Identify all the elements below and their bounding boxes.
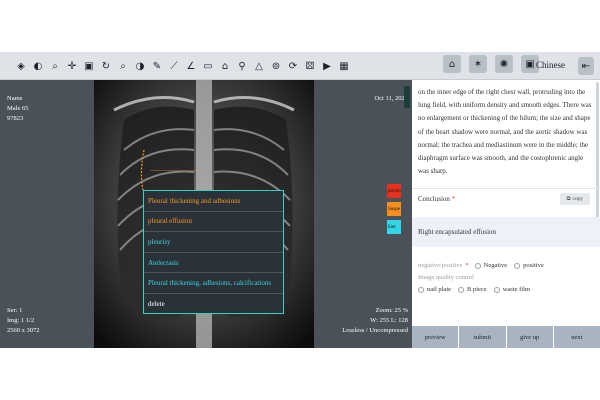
menu-item-1[interactable]: pleural effusion: [144, 212, 283, 233]
radio-button[interactable]: [474, 262, 481, 269]
study-info: Oct 11, 2021: [374, 94, 408, 104]
conclusion-label-text: Conclusion: [418, 195, 450, 203]
polarity-label: negative/positive: [418, 262, 463, 269]
annotation-tag-1[interactable]: Suspe: [387, 202, 401, 216]
findings-text[interactable]: on the inner edge of the right chest wal…: [418, 86, 594, 178]
image-number: Img: 1 1/2: [7, 317, 35, 324]
grid-icon[interactable]: ▦: [337, 56, 351, 76]
brightness-icon[interactable]: ✶: [469, 55, 487, 73]
right-tool-group: ⌂ ✶ ✺ ▣: [443, 55, 539, 73]
conclusion-label: Conclusion *: [418, 195, 455, 203]
bank-icon[interactable]: ⌂: [218, 56, 232, 76]
play-icon[interactable]: ▶: [320, 56, 334, 76]
patient-info: Name Male 65 97823: [7, 94, 28, 124]
quality-options: nail plate B piece waste film: [418, 286, 534, 293]
image-viewport[interactable]: Name Male 65 97823 Oct 11, 2021 ————————…: [0, 80, 412, 348]
study-date: Oct 11, 2021: [374, 95, 408, 102]
settings-icon[interactable]: ✺: [495, 55, 513, 73]
triangle-icon[interactable]: △: [252, 56, 266, 76]
menu-item-5[interactable]: delete: [144, 294, 283, 315]
radio-button[interactable]: [458, 286, 465, 293]
radio-button[interactable]: [493, 286, 500, 293]
dice-icon[interactable]: ⚄: [303, 56, 317, 76]
series-scroll-indicator[interactable]: [404, 86, 410, 108]
radio-label: Negative: [483, 262, 508, 269]
copy-icon: ⧉: [566, 195, 571, 202]
required-mark: *: [451, 195, 456, 203]
patient-id: 97823: [7, 115, 24, 122]
annotate-icon[interactable]: ⟋: [167, 56, 181, 76]
magnify-icon[interactable]: ⌕: [48, 56, 62, 76]
zoom-icon[interactable]: ⌕: [116, 56, 130, 76]
menu-item-0[interactable]: Pleural thickening and adhesions: [144, 191, 283, 212]
menu-item-4[interactable]: Pleural thickening, adhesions, calcifica…: [144, 273, 283, 294]
image-dimensions: 2560 x 3072: [7, 327, 40, 334]
annotation-tags: previo Suspe hint: [387, 184, 401, 234]
pan-icon[interactable]: ✛: [65, 56, 79, 76]
patient-name: Name: [7, 95, 23, 102]
report-scrollbar[interactable]: [596, 82, 599, 232]
reset-icon[interactable]: ⟳: [286, 56, 300, 76]
zoom-level: Zoom: 25 %: [375, 307, 409, 314]
ruler-icon[interactable]: ✎: [150, 56, 164, 76]
series-info: Ser: 1 Img: 1 1/2 2560 x 3072: [7, 306, 40, 336]
conclusion-field[interactable]: Right encapsulated effusion: [412, 217, 600, 247]
home-icon[interactable]: ⌂: [443, 55, 461, 73]
required-mark: *: [465, 262, 469, 269]
polarity-row: negative/positive * Negative positive: [418, 262, 548, 269]
lasso-icon[interactable]: ⊚: [269, 56, 283, 76]
pin-icon[interactable]: ⚲: [235, 56, 249, 76]
radio-button[interactable]: [418, 286, 424, 293]
copy-label: copy: [572, 196, 584, 202]
menu-item-3[interactable]: Atelectasis: [144, 253, 283, 274]
conclusion-text: Right encapsulated effusion: [418, 228, 497, 236]
diagnosis-context-menu: Pleural thickening and adhesions pleural …: [143, 190, 284, 314]
crop-icon[interactable]: ▣: [82, 56, 96, 76]
radio-label: nail plate: [427, 286, 452, 293]
tool-group: ◈ ◐ ⌕ ✛ ▣ ↻ ⌕ ◑ ✎ ⟋ ∠ ▭ ⌂ ⚲ △ ⊚ ⟳ ⚄ ▶ ▦: [14, 56, 351, 76]
quality-label-row: Image quality control: [418, 274, 474, 281]
action-bar: preview submit give up next: [412, 326, 600, 348]
compression-status: Lossless / Uncompressed: [342, 327, 408, 334]
patient-sex-age: Male 65: [7, 105, 29, 112]
quality-label: Image quality control: [418, 274, 474, 281]
preview-button[interactable]: preview: [412, 326, 460, 348]
layers-icon[interactable]: ◈: [14, 56, 28, 76]
angle-icon[interactable]: ∠: [184, 56, 198, 76]
window-level: W: 255 L: 128: [370, 317, 408, 324]
menu-item-2[interactable]: pleurisy: [144, 232, 283, 253]
scan-icon[interactable]: ▭: [201, 56, 215, 76]
rotate-icon[interactable]: ↻: [99, 56, 113, 76]
next-button[interactable]: next: [553, 326, 600, 348]
submit-button[interactable]: submit: [459, 326, 507, 348]
radio-label: B piece: [467, 286, 487, 293]
report-panel: on the inner edge of the right chest wal…: [412, 80, 600, 348]
radio-label: positive: [523, 262, 544, 269]
annotation-tag-2[interactable]: hint: [387, 220, 401, 234]
invert-icon[interactable]: ◑: [133, 56, 147, 76]
svg-text:————————: ————————: [149, 168, 199, 174]
divider: [412, 188, 600, 189]
exit-icon[interactable]: ⇤: [578, 57, 594, 75]
language-switch[interactable]: Chinese: [536, 60, 565, 70]
dicom-viewer-app: ◈ ◐ ⌕ ✛ ▣ ↻ ⌕ ◑ ✎ ⟋ ∠ ▭ ⌂ ⚲ △ ⊚ ⟳ ⚄ ▶ ▦ ⌂ ✶ ✺ ▣ Chinese ⇤ Name…: [0, 52, 600, 348]
contrast-icon[interactable]: ◐: [31, 56, 45, 76]
radio-label: waste film: [502, 286, 530, 293]
radio-button[interactable]: [514, 262, 521, 269]
give-up-button[interactable]: give up: [506, 326, 554, 348]
polarity-options: Negative positive: [474, 262, 548, 269]
toolbar: ◈ ◐ ⌕ ✛ ▣ ↻ ⌕ ◑ ✎ ⟋ ∠ ▭ ⌂ ⚲ △ ⊚ ⟳ ⚄ ▶ ▦ ⌂ ✶ ✺ ▣ Chinese ⇤: [0, 52, 600, 80]
copy-button[interactable]: ⧉ copy: [560, 193, 590, 205]
series-number: Ser: 1: [7, 307, 23, 314]
annotation-tag-0[interactable]: previo: [387, 184, 401, 198]
display-info: Zoom: 25 % W: 255 L: 128 Lossless / Unco…: [342, 306, 408, 336]
